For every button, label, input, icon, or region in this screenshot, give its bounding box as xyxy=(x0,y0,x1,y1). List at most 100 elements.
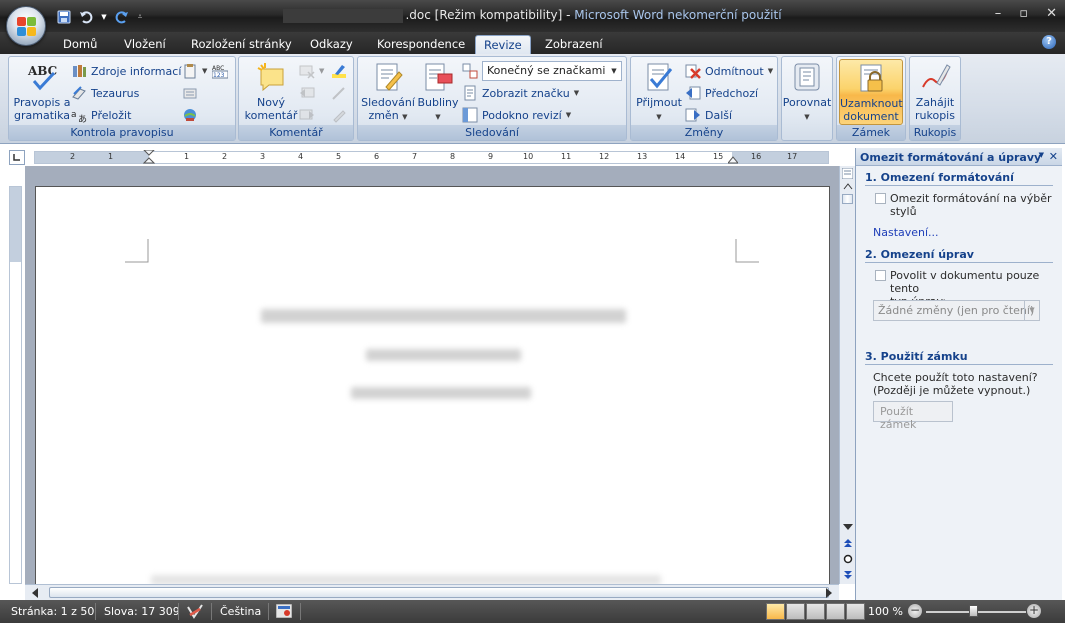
scroll-left-icon[interactable] xyxy=(31,588,39,598)
spelling-options-button[interactable] xyxy=(182,106,198,124)
highlight-button[interactable] xyxy=(331,62,347,80)
display-review-icon xyxy=(462,63,478,79)
previous-comment-button[interactable] xyxy=(299,84,315,102)
spelling-grammar-button[interactable]: ABC Pravopis a gramatika xyxy=(13,61,71,122)
outline-view-icon[interactable] xyxy=(826,603,845,620)
show-markup-button[interactable]: Zobrazit značku ▼ xyxy=(462,84,579,102)
tab-selector[interactable] xyxy=(9,150,25,165)
proofing-status-icon[interactable] xyxy=(186,603,204,622)
pen-button[interactable] xyxy=(331,84,347,102)
pane-header: Omezit formátování a úpravy ▼ ✕ xyxy=(856,148,1062,166)
zoom-slider-thumb[interactable] xyxy=(969,605,978,617)
vertical-ruler[interactable] xyxy=(9,186,22,584)
compare-button[interactable]: Porovnat ▼ xyxy=(782,61,832,124)
zoom-level[interactable]: 100 % xyxy=(868,605,903,618)
next-page-icon[interactable] xyxy=(843,570,853,580)
reviewing-pane-button[interactable]: Podokno revizí ▼ xyxy=(462,106,571,124)
horizontal-ruler[interactable]: 2 1 1 2 3 4 5 6 7 8 9 10 11 12 13 14 15 … xyxy=(34,150,829,166)
word-count[interactable]: Slova: 17 309 xyxy=(104,605,180,618)
group-label: Zámek xyxy=(837,125,905,140)
research-button[interactable]: Zdroje informací xyxy=(71,62,181,80)
scrollbar-thumb[interactable] xyxy=(842,194,853,204)
limit-formatting-checkbox[interactable] xyxy=(875,193,886,204)
right-indent-marker-icon[interactable] xyxy=(728,156,738,164)
select-browse-object-icon[interactable] xyxy=(843,554,853,564)
allow-editing-checkbox[interactable] xyxy=(875,270,886,281)
pen-icon xyxy=(331,85,347,101)
scroll-right-icon[interactable] xyxy=(825,588,833,598)
print-layout-icon[interactable] xyxy=(766,603,785,620)
settings-link[interactable]: Nastavení... xyxy=(873,226,939,239)
group-label: Rukopis xyxy=(910,125,960,140)
close-icon[interactable]: ✕ xyxy=(1046,6,1057,21)
spelling-check-icon: ABC xyxy=(26,61,58,93)
eraser-icon xyxy=(331,107,347,123)
display-for-review-combo[interactable]: Konečný se značkami ▼ xyxy=(482,61,622,81)
tab-page-layout[interactable]: Rozložení stránky xyxy=(183,35,300,54)
minimize-icon[interactable]: – xyxy=(995,6,1002,21)
previous-change-button[interactable]: Předchozí xyxy=(685,84,758,102)
previous-page-icon[interactable] xyxy=(843,538,853,548)
blurred-heading xyxy=(261,309,626,323)
tab-insert[interactable]: Vložení xyxy=(116,35,174,54)
tab-home[interactable]: Domů xyxy=(55,35,105,54)
macro-recording-icon[interactable] xyxy=(275,603,293,621)
pane-title: Omezit formátování a úpravy xyxy=(860,151,1042,164)
page-count[interactable]: Stránka: 1 z 50 xyxy=(11,605,94,618)
scroll-down-icon[interactable] xyxy=(843,523,853,531)
status-bar: Stránka: 1 z 50 Slova: 17 309 Čeština 10… xyxy=(0,600,1065,623)
horizontal-scrollbar-thumb[interactable] xyxy=(49,587,829,598)
pane-menu-icon[interactable]: ▼ xyxy=(1039,151,1044,159)
tab-review[interactable]: Revize xyxy=(475,35,531,54)
accept-icon xyxy=(643,61,675,93)
editing-type-combo[interactable]: Žádné změny (jen pro čtení) ▼ xyxy=(873,300,1040,321)
start-enforcing-button[interactable]: Použít zámek xyxy=(873,401,953,431)
vertical-scrollbar[interactable] xyxy=(839,166,855,584)
chevron-down-icon[interactable]: ▼ xyxy=(607,62,621,80)
new-comment-button[interactable]: Nový komentář xyxy=(243,61,299,122)
delete-comment-button[interactable]: ▼ xyxy=(299,62,324,80)
language-status[interactable]: Čeština xyxy=(220,605,261,618)
next-change-button[interactable]: Další xyxy=(685,106,732,124)
start-inking-button[interactable]: Zahájit rukopis xyxy=(910,61,960,122)
document-page[interactable] xyxy=(35,186,830,586)
accept-button[interactable]: Přijmout ▼ xyxy=(635,61,683,124)
translation-tooltip-button[interactable]: ▼ xyxy=(182,62,207,80)
group-proofing: ABC Pravopis a gramatika Zdroje informac… xyxy=(8,56,236,141)
pane-close-icon[interactable]: ✕ xyxy=(1049,150,1058,163)
horizontal-scrollbar[interactable] xyxy=(25,584,839,600)
title-bar: ▼ ⩡ .doc [Režim kompatibility] - Microso… xyxy=(0,0,1065,32)
balloons-icon xyxy=(422,61,454,93)
full-screen-reading-icon[interactable] xyxy=(786,603,805,620)
ruler-toggle-icon[interactable] xyxy=(842,168,853,179)
window-title: .doc [Režim kompatibility] - Microsoft W… xyxy=(0,8,1065,23)
track-changes-button[interactable]: Sledování změn ▼ xyxy=(360,61,416,124)
group-compare: Porovnat ▼ xyxy=(781,56,833,141)
scroll-up-icon[interactable] xyxy=(843,182,853,192)
reject-button[interactable]: Odmítnout ▼ xyxy=(685,62,773,80)
web-layout-icon[interactable] xyxy=(806,603,825,620)
tab-references[interactable]: Odkazy xyxy=(302,35,361,54)
next-comment-icon xyxy=(299,107,315,123)
office-button[interactable] xyxy=(6,6,46,46)
word-count-button[interactable]: ABC 123 xyxy=(212,62,228,80)
tab-mailings[interactable]: Korespondence xyxy=(369,35,473,54)
translate-button[interactable]: aあ Přeložit xyxy=(71,106,131,124)
reject-icon xyxy=(685,63,701,79)
section-editing-title: 2. Omezení úprav xyxy=(865,248,1053,263)
draft-view-icon[interactable] xyxy=(846,603,865,620)
set-language-button[interactable] xyxy=(182,84,198,102)
svg-text:あ: あ xyxy=(78,114,87,123)
protect-document-button[interactable]: Uzamknout dokument xyxy=(839,59,903,125)
next-comment-button[interactable] xyxy=(299,106,315,124)
zoom-in-icon[interactable]: + xyxy=(1027,604,1041,618)
tab-view[interactable]: Zobrazení xyxy=(537,35,611,54)
thesaurus-button[interactable]: Tezaurus xyxy=(71,84,139,102)
zoom-out-icon[interactable]: − xyxy=(908,604,922,618)
eraser-button[interactable] xyxy=(331,106,347,124)
chevron-down-icon[interactable]: ▼ xyxy=(1024,301,1039,320)
help-icon[interactable]: ? xyxy=(1042,35,1056,49)
balloons-button[interactable]: Bubliny ▼ xyxy=(416,61,460,124)
maximize-icon[interactable]: ▫ xyxy=(1019,6,1028,21)
indent-marker-icon[interactable] xyxy=(143,150,155,166)
